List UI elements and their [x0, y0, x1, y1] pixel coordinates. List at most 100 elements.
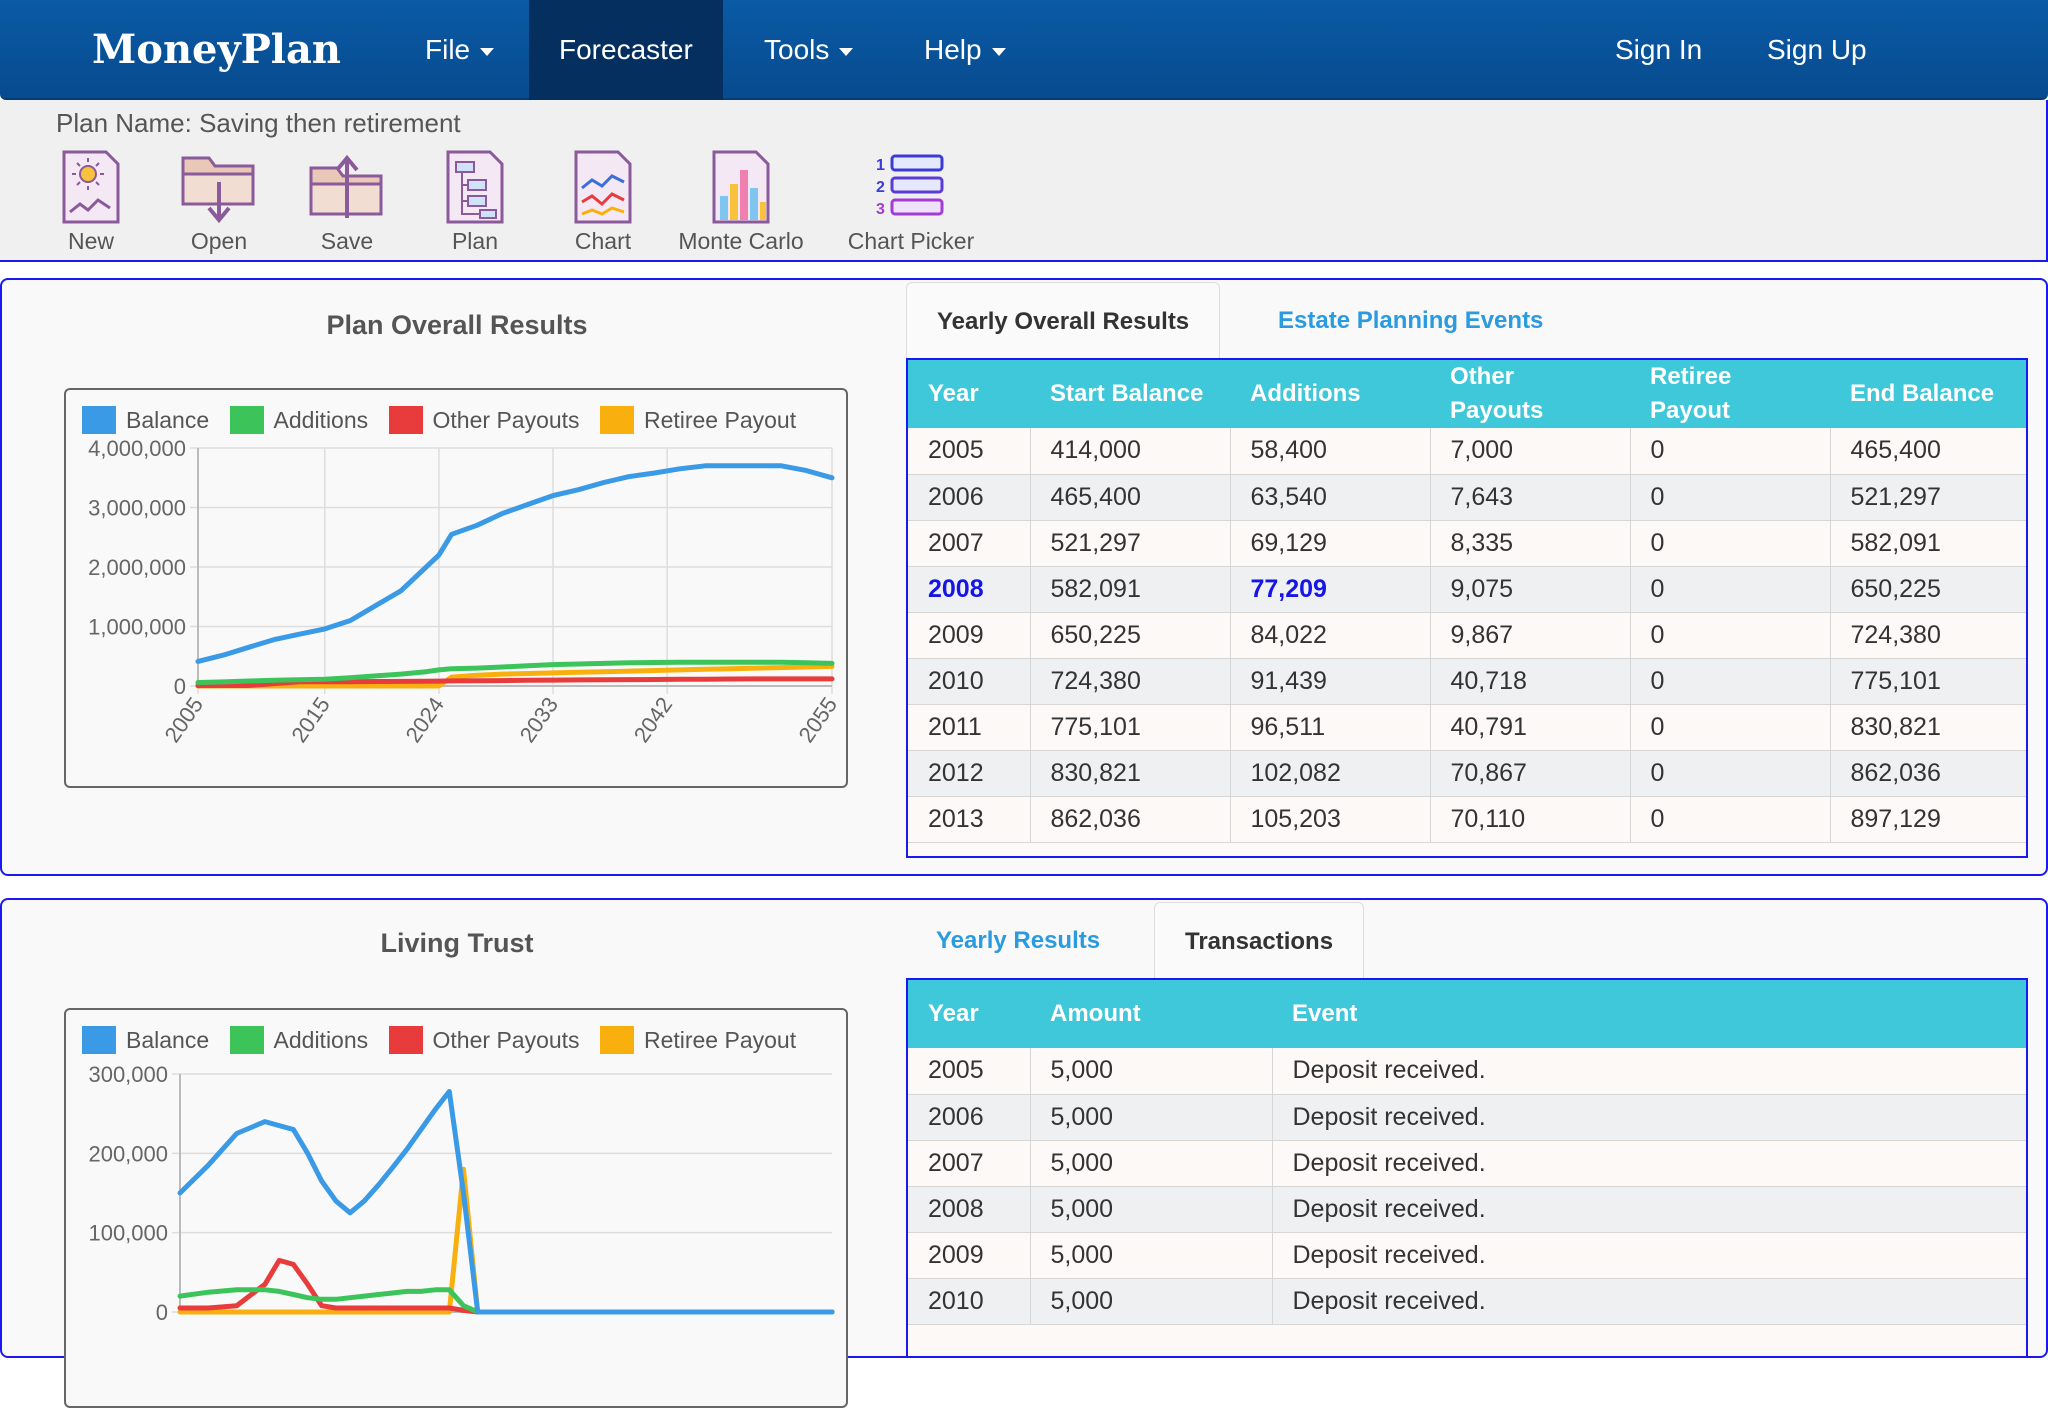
tool-new-button[interactable]: New [26, 148, 156, 255]
table-cell: 897,129 [1830, 796, 2026, 843]
table-cell: 5,000 [1030, 1278, 1273, 1325]
table-cell: 582,091 [1030, 566, 1231, 613]
table-cell: Deposit received. [1272, 1048, 2026, 1095]
table-cell: 2012 [908, 750, 1031, 797]
table-cell: 5,000 [1030, 1048, 1273, 1095]
toolbar: Plan Name: Saving then retirement New Op… [0, 100, 2048, 262]
table-row[interactable]: 2009 650,225 84,022 9,867 0 724,380 [908, 612, 2026, 659]
tab-transactions[interactable]: Transactions [1154, 902, 1365, 980]
tab-estate-planning-events[interactable]: Estate Planning Events [1248, 282, 1573, 360]
menu-help[interactable]: Help [924, 0, 1006, 100]
table-cell: 2007 [908, 1140, 1031, 1187]
table-cell: 77,209 [1230, 566, 1431, 613]
plan-name: Plan Name: Saving then retirement [56, 108, 461, 138]
series-line-additions [177, 1287, 835, 1315]
tool-plan-button[interactable]: Plan [410, 148, 540, 255]
tool-chart-picker-button[interactable]: 1 2 3 Chart Picker [846, 148, 976, 255]
table-cell: 69,129 [1230, 520, 1431, 567]
tool-monte-carlo-button[interactable]: Monte Carlo [676, 148, 806, 255]
svg-text:2: 2 [876, 179, 885, 196]
table-cell: 465,400 [1030, 474, 1231, 521]
tab-yearly-results[interactable]: Yearly Results [906, 902, 1130, 980]
table-row[interactable]: 2005 5,000 Deposit received. [908, 1048, 2026, 1095]
table-cell: 5,000 [1030, 1140, 1273, 1187]
table-cell: 58,400 [1230, 428, 1431, 475]
table-cell: 9,075 [1430, 566, 1631, 613]
tool-open-button[interactable]: Open [154, 148, 284, 255]
series-line-other-payouts [177, 1257, 835, 1315]
trust-column-header[interactable]: Year [908, 980, 1030, 1048]
table-cell: 9,867 [1430, 612, 1631, 659]
table-row[interactable]: 2007 521,297 69,129 8,335 0 582,091 [908, 520, 2026, 567]
table-row[interactable]: 2006 5,000 Deposit received. [908, 1094, 2026, 1141]
table-row[interactable]: 2013 862,036 105,203 70,110 0 897,129 [908, 796, 2026, 843]
table-row[interactable]: 2011 775,101 96,511 40,791 0 830,821 [908, 704, 2026, 751]
table-cell: 521,297 [1830, 474, 2026, 521]
tool-save-button[interactable]: Save [282, 148, 412, 255]
trust-column-header[interactable]: Amount [1030, 980, 1272, 1048]
tool-chart-label: Chart [574, 228, 632, 254]
overall-column-header[interactable]: End Balance [1830, 360, 2026, 428]
trust-chart: Balance Additions Other Payouts Retiree … [64, 1008, 848, 1408]
table-cell: 2006 [908, 474, 1031, 521]
table-cell: 724,380 [1030, 658, 1231, 705]
menu-tools[interactable]: Tools [764, 0, 854, 100]
table-row[interactable]: 2006 465,400 63,540 7,643 0 521,297 [908, 474, 2026, 521]
x-tick-label: 2005 [160, 693, 209, 747]
table-cell: 105,203 [1230, 796, 1431, 843]
overall-column-header[interactable]: Retiree Payout [1630, 360, 1830, 428]
table-row[interactable]: 2010 5,000 Deposit received. [908, 1278, 2026, 1325]
table-row[interactable]: 2010 724,380 91,439 40,718 0 775,101 [908, 658, 2026, 705]
table-cell: 7,643 [1430, 474, 1631, 521]
sign-up-link[interactable]: Sign Up [1767, 0, 1867, 100]
y-tick-label: 4,000,000 [88, 436, 186, 461]
new-plan-icon [62, 150, 120, 224]
table-cell: 775,101 [1030, 704, 1231, 751]
table-cell: 830,821 [1830, 704, 2026, 751]
table-cell: 2008 [908, 1186, 1031, 1233]
tool-plan-label: Plan [451, 228, 499, 254]
x-tick-label: 2042 [629, 693, 678, 747]
table-cell: 0 [1630, 658, 1831, 705]
brand-logo[interactable]: MoneyPlan [92, 26, 341, 73]
overall-column-header[interactable]: Other Payouts [1430, 360, 1630, 428]
top-navbar: MoneyPlan File Forecaster Tools Help Sig… [0, 0, 2048, 100]
table-cell: 775,101 [1830, 658, 2026, 705]
overall-column-header[interactable]: Additions [1230, 360, 1430, 428]
table-cell: 2010 [908, 658, 1031, 705]
table-cell: Deposit received. [1272, 1094, 2026, 1141]
table-cell: 96,511 [1230, 704, 1431, 751]
table-cell: 0 [1630, 566, 1831, 613]
table-row[interactable]: 2005 414,000 58,400 7,000 0 465,400 [908, 428, 2026, 475]
svg-text:3: 3 [876, 201, 885, 218]
tool-chart-picker-label: Chart Picker [847, 228, 975, 254]
tab-yearly-overall-results[interactable]: Yearly Overall Results [906, 282, 1221, 360]
table-cell: 91,439 [1230, 658, 1431, 705]
table-cell: 650,225 [1030, 612, 1231, 659]
table-cell: 0 [1630, 474, 1831, 521]
table-cell: 2009 [908, 1232, 1031, 1279]
table-cell: 2011 [908, 704, 1031, 751]
table-row[interactable]: 2009 5,000 Deposit received. [908, 1232, 2026, 1279]
x-tick-label: 2015 [286, 693, 335, 747]
y-tick-label: 1,000,000 [88, 615, 186, 640]
table-cell: 7,000 [1430, 428, 1631, 475]
trust-column-header[interactable]: Event [1272, 980, 2026, 1048]
menu-file[interactable]: File [425, 0, 495, 100]
table-cell: 40,718 [1430, 658, 1631, 705]
table-row[interactable]: 2008 582,091 77,209 9,075 0 650,225 [908, 566, 2026, 613]
menu-tools-label: Tools [764, 34, 830, 65]
tool-chart-button[interactable]: Chart [538, 148, 668, 255]
menu-forecaster-label: Forecaster [559, 34, 693, 65]
sign-in-link[interactable]: Sign In [1615, 0, 1702, 100]
menu-forecaster[interactable]: Forecaster [529, 0, 723, 100]
overall-column-header[interactable]: Year [908, 360, 1030, 428]
table-row[interactable]: 2008 5,000 Deposit received. [908, 1186, 2026, 1233]
table-cell: 465,400 [1830, 428, 2026, 475]
table-cell: 0 [1630, 520, 1831, 567]
table-row[interactable]: 2012 830,821 102,082 70,867 0 862,036 [908, 750, 2026, 797]
overall-column-header[interactable]: Start Balance [1030, 360, 1230, 428]
chevron-down-icon [991, 47, 1006, 56]
table-row[interactable]: 2007 5,000 Deposit received. [908, 1140, 2026, 1187]
y-tick-label: 0 [156, 1300, 168, 1325]
